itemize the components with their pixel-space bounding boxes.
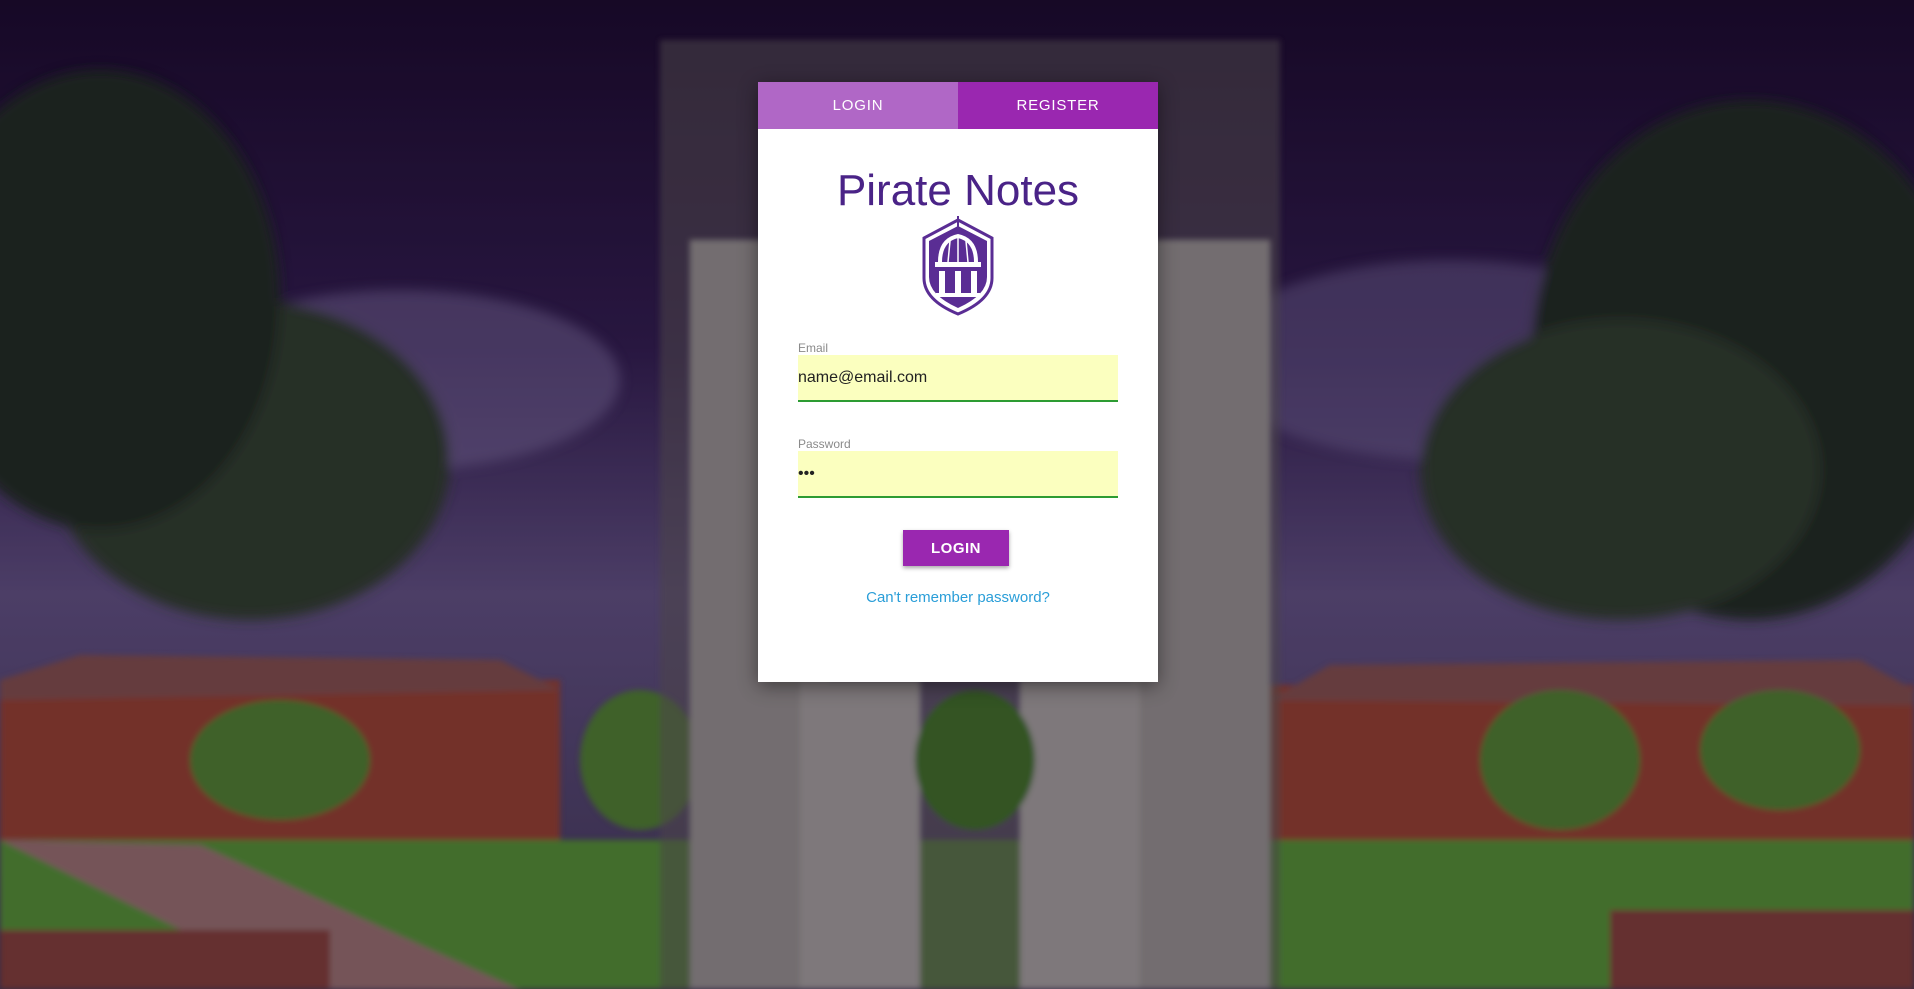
password-label: Password	[798, 437, 851, 451]
email-label: Email	[798, 341, 829, 355]
email-field: Email	[798, 341, 1118, 402]
cupola-shield-icon	[922, 216, 994, 316]
tab-register[interactable]: REGISTER	[958, 82, 1158, 129]
login-button[interactable]: LOGIN	[903, 530, 1009, 566]
app-title: Pirate Notes	[836, 166, 1080, 215]
email-input[interactable]	[798, 355, 1118, 402]
forgot-password-link[interactable]: Can't remember password?	[758, 589, 1158, 606]
auth-tabs: LOGIN REGISTER	[758, 82, 1158, 129]
auth-card: LOGIN REGISTER Pirate Notes Email Passwo…	[758, 82, 1158, 682]
password-input[interactable]	[798, 451, 1118, 498]
tab-login[interactable]: LOGIN	[758, 82, 958, 129]
password-field: Password	[798, 437, 1118, 498]
